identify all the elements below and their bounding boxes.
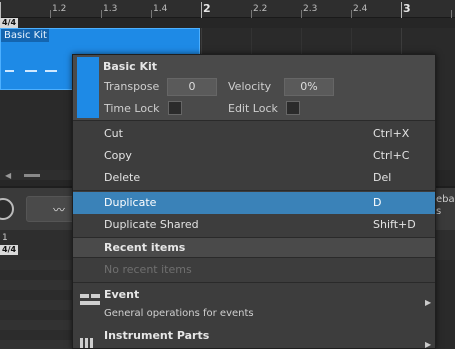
menu-item-duplicate[interactable]: Duplicate D (73, 192, 435, 214)
ruler-label: 2.2 (253, 4, 268, 14)
piano-row (0, 280, 72, 290)
menu-item-label: Cut (104, 127, 123, 140)
piano-row (0, 310, 72, 320)
menu-separator (73, 282, 435, 283)
menu-item-duplicate-shared[interactable]: Duplicate Shared Shift+D (73, 214, 435, 236)
chevron-right-icon: ▶ (425, 340, 432, 349)
ruler-tick (351, 10, 352, 18)
piano-keys-icon (80, 338, 93, 348)
transpose-label: Transpose (104, 80, 160, 93)
submenu-title: Event (104, 288, 140, 301)
submenu-title: Instrument Parts (104, 329, 210, 342)
timelock-checkbox[interactable] (168, 101, 182, 115)
submenu-instrument-parts[interactable]: Instrument Parts ▶ (73, 326, 435, 349)
ruler-tick (101, 10, 102, 18)
clip-title: Basic Kit (1, 29, 49, 42)
piano-row (0, 320, 72, 330)
timeline-ruler[interactable]: 1.2 1.3 1.4 2 2.2 2.3 2.4 3 (0, 0, 455, 18)
piano-row (0, 290, 72, 300)
menu-item-label: Duplicate (104, 196, 157, 209)
chevron-right-icon: ▶ (425, 298, 432, 307)
record-knob-icon[interactable] (0, 198, 14, 220)
event-icon (80, 294, 100, 305)
ruler-label: 3 (403, 2, 411, 15)
menu-header-title: Basic Kit (103, 60, 158, 73)
piano-row (0, 260, 72, 270)
menu-item-shortcut: D (373, 196, 382, 209)
ruler-label: 2.3 (303, 4, 318, 14)
timelock-label: Time Lock (104, 102, 160, 115)
context-menu: Basic Kit Transpose 0 Velocity 0% Time L… (72, 54, 436, 349)
piano-row (0, 300, 72, 310)
menu-item-shortcut: Ctrl+C (373, 149, 410, 162)
menu-item-shortcut: Del (373, 171, 392, 184)
submenu-description: General operations for events (104, 308, 254, 319)
ruler-label: 2 (203, 2, 211, 15)
recent-items-header: Recent items (73, 237, 435, 258)
transpose-field[interactable]: 0 (167, 78, 217, 96)
velocity-label: Velocity (228, 80, 272, 93)
editor-time-signature: 4/4 (0, 245, 19, 255)
menu-item-delete[interactable]: Delete Del (73, 167, 435, 189)
clip-color-swatch[interactable] (77, 57, 99, 118)
piano-row (0, 340, 72, 349)
ruler-tick (151, 10, 152, 18)
ruler-tick (451, 10, 452, 18)
ruler-tick (201, 2, 202, 18)
menu-item-label: Duplicate Shared (104, 218, 199, 231)
time-signature-badge: 4/4 (0, 18, 19, 28)
menu-item-copy[interactable]: Copy Ctrl+C (73, 145, 435, 167)
ruler-tick (0, 2, 1, 18)
menu-item-no-recent: No recent items (73, 259, 435, 281)
scroll-left-icon[interactable]: ◀ (5, 171, 11, 180)
ruler-tick (50, 10, 51, 18)
editor-bar-label: 1 (2, 233, 8, 243)
piano-row (0, 270, 72, 280)
tool-button[interactable]: 〰 (26, 196, 76, 222)
clip-note (25, 70, 37, 72)
menu-item-shortcut: Ctrl+X (373, 127, 410, 140)
editlock-label: Edit Lock (228, 102, 278, 115)
ruler-label: 1.3 (103, 4, 118, 14)
clip-note (45, 70, 57, 72)
menu-header-panel: Basic Kit Transpose 0 Velocity 0% Time L… (73, 55, 435, 121)
horizontal-scrollbar[interactable]: ◀ (0, 170, 75, 180)
clip-note (5, 70, 14, 72)
squiggle-icon: 〰 (53, 203, 66, 217)
menu-item-shortcut: Shift+D (373, 218, 416, 231)
section-title: Recent items (104, 241, 186, 254)
ruler-tick (251, 10, 252, 18)
menu-separator (73, 190, 435, 191)
toolbar-truncated-label: eba s (436, 194, 455, 217)
ruler-label: 1.2 (52, 4, 67, 14)
menu-item-label: Copy (104, 149, 132, 162)
scroll-thumb[interactable] (24, 174, 40, 177)
editlock-checkbox[interactable] (286, 101, 300, 115)
velocity-field[interactable]: 0% (284, 78, 334, 96)
ruler-tick (301, 10, 302, 18)
ruler-label: 2.4 (353, 4, 368, 14)
menu-item-label: No recent items (104, 263, 192, 276)
ruler-label: 1.4 (153, 4, 168, 14)
submenu-event[interactable]: Event General operations for events ▶ (73, 284, 435, 326)
menu-item-label: Delete (104, 171, 141, 184)
ruler-tick (401, 2, 402, 18)
menu-item-cut[interactable]: Cut Ctrl+X (73, 123, 435, 145)
piano-row (0, 330, 72, 340)
